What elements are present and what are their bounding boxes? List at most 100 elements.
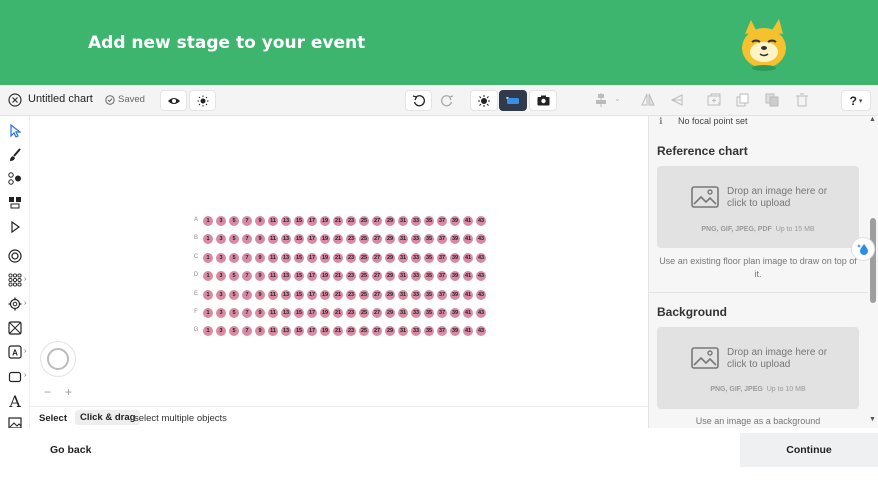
seat[interactable]: 21 — [333, 234, 343, 245]
chevron-right-icon[interactable]: › — [24, 372, 26, 379]
continue-button[interactable]: Continue — [740, 433, 878, 467]
seat[interactable]: 17 — [307, 216, 317, 226]
seat[interactable]: 43 — [476, 289, 486, 300]
seat[interactable]: 11 — [268, 252, 278, 263]
align-icon[interactable] — [594, 93, 608, 107]
seat[interactable]: 3 — [216, 216, 226, 226]
duplicate-icon[interactable] — [736, 93, 750, 107]
seat[interactable]: 21 — [333, 326, 343, 337]
seat[interactable]: 15 — [294, 216, 304, 226]
seat[interactable]: 25 — [359, 216, 369, 226]
undo-button[interactable] — [405, 90, 432, 111]
seat[interactable]: 3 — [216, 326, 226, 337]
seat[interactable]: 41 — [463, 271, 473, 282]
seat[interactable]: 37 — [437, 289, 447, 300]
seat[interactable]: 31 — [398, 252, 408, 263]
seat[interactable]: 5 — [229, 271, 239, 282]
seat-grid-tool[interactable] — [6, 271, 24, 289]
seat[interactable]: 25 — [359, 289, 369, 300]
seat[interactable]: 1 — [203, 289, 213, 300]
flip-icon[interactable] — [641, 93, 655, 107]
seat[interactable]: 31 — [398, 216, 408, 226]
help-button[interactable]: ? ▾ — [841, 90, 871, 111]
seat[interactable]: 19 — [320, 289, 330, 300]
seat[interactable]: 23 — [346, 289, 356, 300]
zoom-in-button[interactable]: + — [61, 385, 76, 400]
seat[interactable]: 27 — [372, 289, 382, 300]
seat[interactable]: 37 — [437, 271, 447, 282]
seat[interactable]: 29 — [385, 289, 395, 300]
seat[interactable]: 27 — [372, 326, 382, 337]
seat[interactable]: 27 — [372, 216, 382, 226]
seat[interactable]: 33 — [411, 289, 421, 300]
round-table-tool[interactable] — [6, 247, 24, 265]
reference-dropzone[interactable]: Drop an image here or click to upload PN… — [657, 166, 859, 248]
seat[interactable]: 27 — [372, 234, 382, 245]
seat[interactable]: 37 — [437, 326, 447, 337]
seat[interactable]: 43 — [476, 216, 486, 226]
seat[interactable]: 1 — [203, 326, 213, 337]
seat[interactable]: 17 — [307, 271, 317, 282]
seat[interactable]: 25 — [359, 326, 369, 337]
seat[interactable]: 13 — [281, 252, 291, 263]
seat[interactable]: 7 — [242, 216, 252, 226]
label-tool[interactable]: A — [6, 343, 24, 361]
seat[interactable]: 5 — [229, 252, 239, 263]
seat[interactable]: 35 — [424, 252, 434, 263]
seat[interactable]: 29 — [385, 216, 395, 226]
seat[interactable]: 5 — [229, 308, 239, 318]
seat[interactable]: 11 — [268, 289, 278, 300]
chevron-down-icon[interactable]: ⌄ — [614, 94, 621, 103]
seat[interactable]: 19 — [320, 252, 330, 263]
seat[interactable]: 29 — [385, 234, 395, 245]
seat[interactable]: 43 — [476, 326, 486, 337]
seat[interactable]: 37 — [437, 216, 447, 226]
seat[interactable]: 11 — [268, 271, 278, 282]
seat[interactable]: 27 — [372, 252, 382, 263]
seat[interactable]: 1 — [203, 216, 213, 226]
seat[interactable]: 15 — [294, 234, 304, 245]
theme-button[interactable] — [189, 90, 216, 111]
seat[interactable]: 43 — [476, 234, 486, 245]
seat[interactable]: 9 — [255, 289, 265, 300]
seat[interactable]: 9 — [255, 234, 265, 245]
seat[interactable]: 33 — [411, 326, 421, 337]
group-icon[interactable] — [707, 93, 721, 107]
seat[interactable]: 19 — [320, 308, 330, 318]
seat[interactable]: 3 — [216, 234, 226, 245]
seat-rows-tool[interactable] — [6, 170, 24, 188]
text-tool[interactable]: A — [6, 392, 24, 410]
copy-icon[interactable] — [765, 93, 779, 107]
seat[interactable]: 17 — [307, 326, 317, 337]
seat[interactable]: 23 — [346, 234, 356, 245]
seat[interactable]: 25 — [359, 271, 369, 282]
brush-tool[interactable] — [6, 146, 24, 164]
seat[interactable]: 43 — [476, 252, 486, 263]
seat[interactable]: 39 — [450, 252, 460, 263]
chevron-right-icon[interactable]: › — [24, 300, 26, 307]
seat[interactable]: 21 — [333, 252, 343, 263]
seat[interactable]: 39 — [450, 271, 460, 282]
seat[interactable]: 35 — [424, 308, 434, 318]
seat[interactable]: 21 — [333, 271, 343, 282]
scroll-up-icon[interactable]: ▲ — [869, 116, 876, 123]
seat[interactable]: 11 — [268, 234, 278, 245]
seat[interactable]: 33 — [411, 234, 421, 245]
area-tool[interactable] — [6, 319, 24, 337]
seat[interactable]: 23 — [346, 216, 356, 226]
chevron-right-icon[interactable]: › — [24, 348, 26, 355]
seat[interactable]: 19 — [320, 234, 330, 245]
selection-mode-button[interactable] — [499, 90, 527, 111]
seat[interactable]: 41 — [463, 234, 473, 245]
seat[interactable]: 41 — [463, 308, 473, 318]
preview-button[interactable] — [160, 90, 187, 111]
seat[interactable]: 41 — [463, 326, 473, 337]
seat[interactable]: 39 — [450, 326, 460, 337]
seat[interactable]: 9 — [255, 216, 265, 226]
seat[interactable]: 21 — [333, 216, 343, 226]
focus-button[interactable] — [470, 90, 498, 111]
seat[interactable]: 17 — [307, 234, 317, 245]
seat[interactable]: 39 — [450, 289, 460, 300]
seat[interactable]: 5 — [229, 216, 239, 226]
seat[interactable]: 25 — [359, 252, 369, 263]
